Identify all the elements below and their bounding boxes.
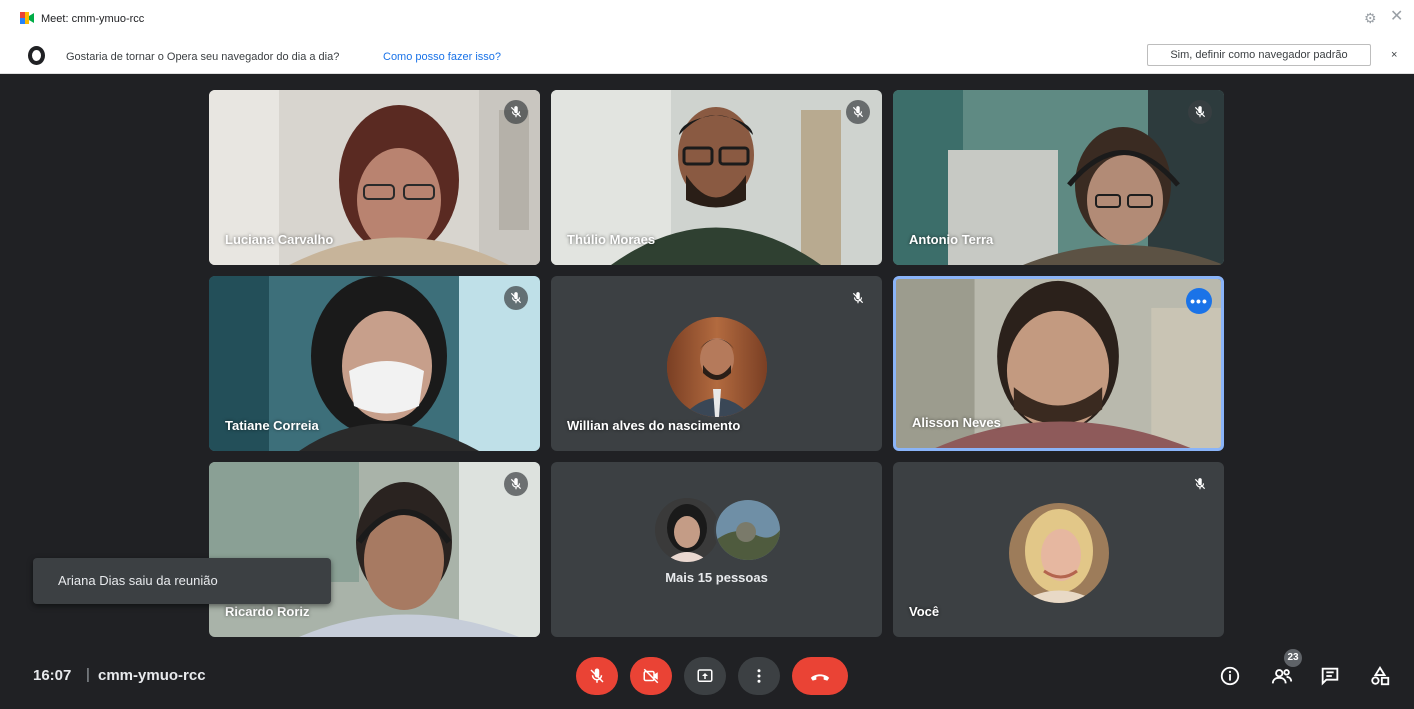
mic-off-icon bbox=[1188, 100, 1212, 124]
mic-off-icon bbox=[846, 286, 870, 310]
toast-message: Ariana Dias saiu da reunião bbox=[58, 573, 218, 588]
window-titlebar: Meet: cmm-ymuo-rcc ⚙ ✕ bbox=[0, 0, 1414, 38]
set-default-browser-button[interactable]: Sim, definir como navegador padrão bbox=[1147, 44, 1371, 66]
separator: | bbox=[86, 666, 90, 683]
meeting-code: cmm-ymuo-rcc bbox=[98, 667, 206, 684]
opera-default-browser-bar: Gostaria de tornar o Opera seu navegador… bbox=[0, 38, 1414, 74]
people-icon bbox=[1271, 669, 1293, 684]
camera-off-icon bbox=[643, 668, 659, 684]
camera-toggle-button[interactable] bbox=[630, 657, 672, 695]
participant-tile[interactable]: Ricardo Roriz bbox=[209, 462, 540, 637]
more-options-button[interactable] bbox=[738, 657, 780, 695]
avatar bbox=[714, 498, 782, 562]
info-icon bbox=[1220, 666, 1240, 686]
meet-logo-icon bbox=[20, 12, 34, 24]
participant-name: Willian alves do nascimento bbox=[567, 418, 741, 433]
participant-tile[interactable]: Luciana Carvalho bbox=[209, 90, 540, 265]
participant-name: Você bbox=[909, 604, 940, 619]
participant-count-badge: 23 bbox=[1284, 649, 1302, 667]
avatar bbox=[667, 317, 767, 417]
activities-button[interactable] bbox=[1368, 664, 1392, 688]
mic-off-icon bbox=[590, 668, 604, 683]
notification-toast: Ariana Dias saiu da reunião bbox=[33, 558, 331, 604]
chat-icon bbox=[1321, 667, 1339, 686]
mic-off-icon bbox=[846, 100, 870, 124]
meeting-time: 16:07 bbox=[33, 667, 72, 684]
present-icon bbox=[697, 669, 713, 682]
participant-tile[interactable]: Antonio Terra bbox=[893, 90, 1224, 265]
meeting-stage: Luciana Carvalho Thúlio Moraes Antonio T… bbox=[0, 75, 1414, 709]
settings-icon[interactable]: ⚙ bbox=[1364, 11, 1378, 25]
more-options-icon[interactable]: ••• bbox=[1186, 288, 1212, 314]
participant-tile[interactable]: Tatiane Correia bbox=[209, 276, 540, 451]
participant-tile[interactable]: Thúlio Moraes bbox=[551, 90, 882, 265]
opera-help-link[interactable]: Como posso fazer isso? bbox=[383, 51, 501, 63]
more-participants-tile[interactable]: Mais 15 pessoas bbox=[551, 462, 882, 637]
opera-bar-close-button[interactable]: × bbox=[1391, 49, 1397, 61]
participant-name: Ricardo Roriz bbox=[225, 604, 310, 619]
present-screen-button[interactable] bbox=[684, 657, 726, 695]
end-call-icon bbox=[810, 674, 830, 681]
show-everyone-button[interactable] bbox=[1270, 664, 1294, 688]
opera-question-text: Gostaria de tornar o Opera seu navegador… bbox=[66, 51, 340, 63]
participant-name: Alisson Neves bbox=[912, 415, 1001, 430]
avatar bbox=[1009, 503, 1109, 603]
participant-name: Luciana Carvalho bbox=[225, 232, 334, 247]
window-title: Meet: cmm-ymuo-rcc bbox=[41, 13, 145, 25]
chat-button[interactable] bbox=[1318, 664, 1342, 688]
microphone-toggle-button[interactable] bbox=[576, 657, 618, 695]
more-options-icon bbox=[757, 669, 761, 683]
participant-name: Antonio Terra bbox=[909, 232, 994, 247]
self-tile[interactable]: Você bbox=[893, 462, 1224, 637]
meeting-details-button[interactable] bbox=[1218, 664, 1242, 688]
mic-off-icon bbox=[504, 100, 528, 124]
more-participants-label: Mais 15 pessoas bbox=[665, 570, 768, 585]
leave-call-button[interactable] bbox=[792, 657, 848, 695]
mic-off-icon bbox=[504, 286, 528, 310]
mic-off-icon bbox=[504, 472, 528, 496]
participant-name: Thúlio Moraes bbox=[567, 232, 656, 247]
meeting-controls-bar: 16:07 | cmm-ymuo-rcc 23 bbox=[0, 644, 1414, 709]
activities-icon bbox=[1371, 666, 1390, 686]
mic-off-icon bbox=[1188, 472, 1212, 496]
avatar bbox=[655, 498, 719, 562]
participant-tile-active-speaker[interactable]: Alisson Neves ••• bbox=[893, 276, 1224, 451]
close-icon[interactable]: ✕ bbox=[1390, 9, 1404, 25]
participant-name: Tatiane Correia bbox=[225, 418, 319, 433]
opera-logo-icon bbox=[28, 46, 45, 65]
participant-tile[interactable]: Willian alves do nascimento bbox=[551, 276, 882, 451]
